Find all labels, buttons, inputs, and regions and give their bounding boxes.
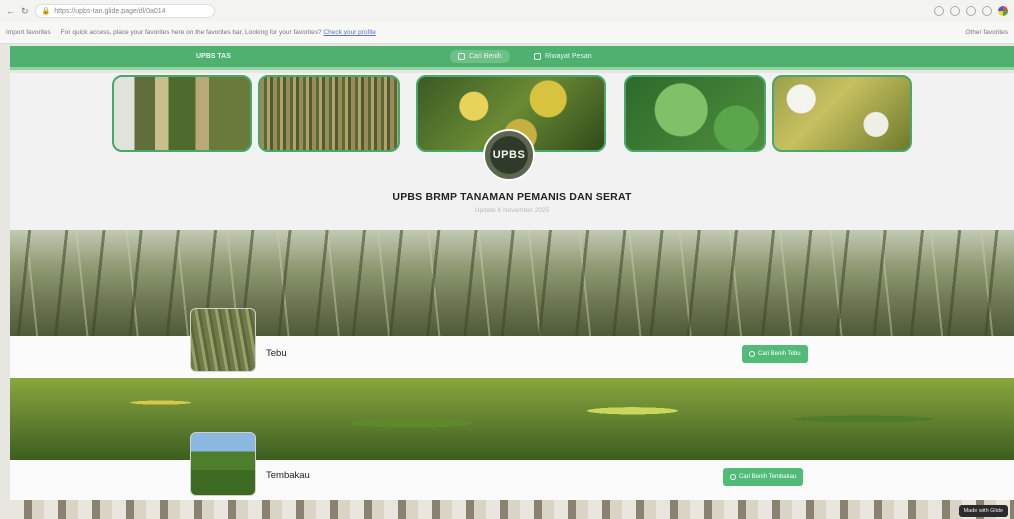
hero-photo-cane-stalks [258, 75, 400, 152]
nav-tab-riwayat-pesan[interactable]: Riwayat Pesan [526, 50, 600, 63]
app-brand[interactable]: UPBS TAS [196, 53, 231, 60]
history-icon [534, 53, 541, 60]
thumbnail-tembakau [190, 432, 256, 496]
cari-benih-tembakau-button[interactable]: Cari Benih Tembakau [723, 468, 804, 486]
hero-section: UPBS UPBS BRMP TANAMAN PEMANIS DAN SERAT… [10, 73, 1014, 230]
back-arrow-icon[interactable]: ← [6, 6, 15, 16]
import-favorites-link[interactable]: Import favorites [6, 29, 51, 36]
nav-tab-label: Riwayat Pesan [545, 53, 592, 60]
list-item-tebu[interactable]: Tebu Cari Benih Tebu [10, 308, 1014, 378]
lock-icon: 🔒 [41, 8, 51, 15]
seed-icon [458, 53, 465, 60]
browser-brand-icon[interactable] [998, 6, 1008, 16]
thumbnail-tebu [190, 308, 256, 372]
list-item-label: Tebu [266, 348, 287, 359]
hero-photo-cotton [772, 75, 912, 152]
app-navbar: UPBS TAS Cari Benih Riwayat Pesan [10, 46, 1014, 70]
seed-icon [749, 351, 755, 357]
nav-tab-cari-benih[interactable]: Cari Benih [450, 50, 510, 63]
hero-photo-leaves [624, 75, 766, 152]
page-title: UPBS BRMP TANAMAN PEMANIS DAN SERAT [392, 191, 632, 203]
nav-tab-label: Cari Benih [469, 53, 502, 60]
list-item-label: Tembakau [266, 470, 310, 481]
other-favorites-link[interactable]: Other favorites [965, 29, 1008, 36]
address-bar[interactable]: 🔒 https://upbs-tan.glide.page/dl/0a014 [34, 4, 215, 18]
favorites-tip: For quick access, place your favorites h… [60, 29, 376, 36]
check-profile-link[interactable]: Check your profile [323, 29, 375, 36]
extensions-icon[interactable] [950, 6, 960, 16]
made-with-glide-badge[interactable]: Made with Glide [958, 505, 1008, 517]
favorites-bar: Import favorites For quick access, place… [0, 22, 1014, 44]
banner-image-cotton [10, 500, 1014, 519]
seed-icon [730, 474, 736, 480]
page-subtitle: Update 6 November 2025 [474, 207, 550, 214]
list-item-tembakau[interactable]: Tembakau Cari Benih Tembakau [10, 432, 1014, 500]
profile-icon[interactable] [982, 6, 992, 16]
banner-image-tembakau [10, 378, 1014, 460]
banner-image-tebu [10, 230, 1014, 336]
url-text: https://upbs-tan.glide.page/dl/0a014 [54, 7, 166, 15]
favorites-icon[interactable] [934, 6, 944, 16]
collections-icon[interactable] [966, 6, 976, 16]
refresh-icon[interactable]: ↻ [21, 6, 29, 17]
hero-photo-cane-field [112, 75, 252, 152]
browser-toolbar: ← ↻ 🔒 https://upbs-tan.glide.page/dl/0a0… [0, 0, 1014, 22]
upbs-logo: UPBS [483, 129, 535, 181]
cari-benih-tebu-button[interactable]: Cari Benih Tebu [742, 345, 808, 363]
